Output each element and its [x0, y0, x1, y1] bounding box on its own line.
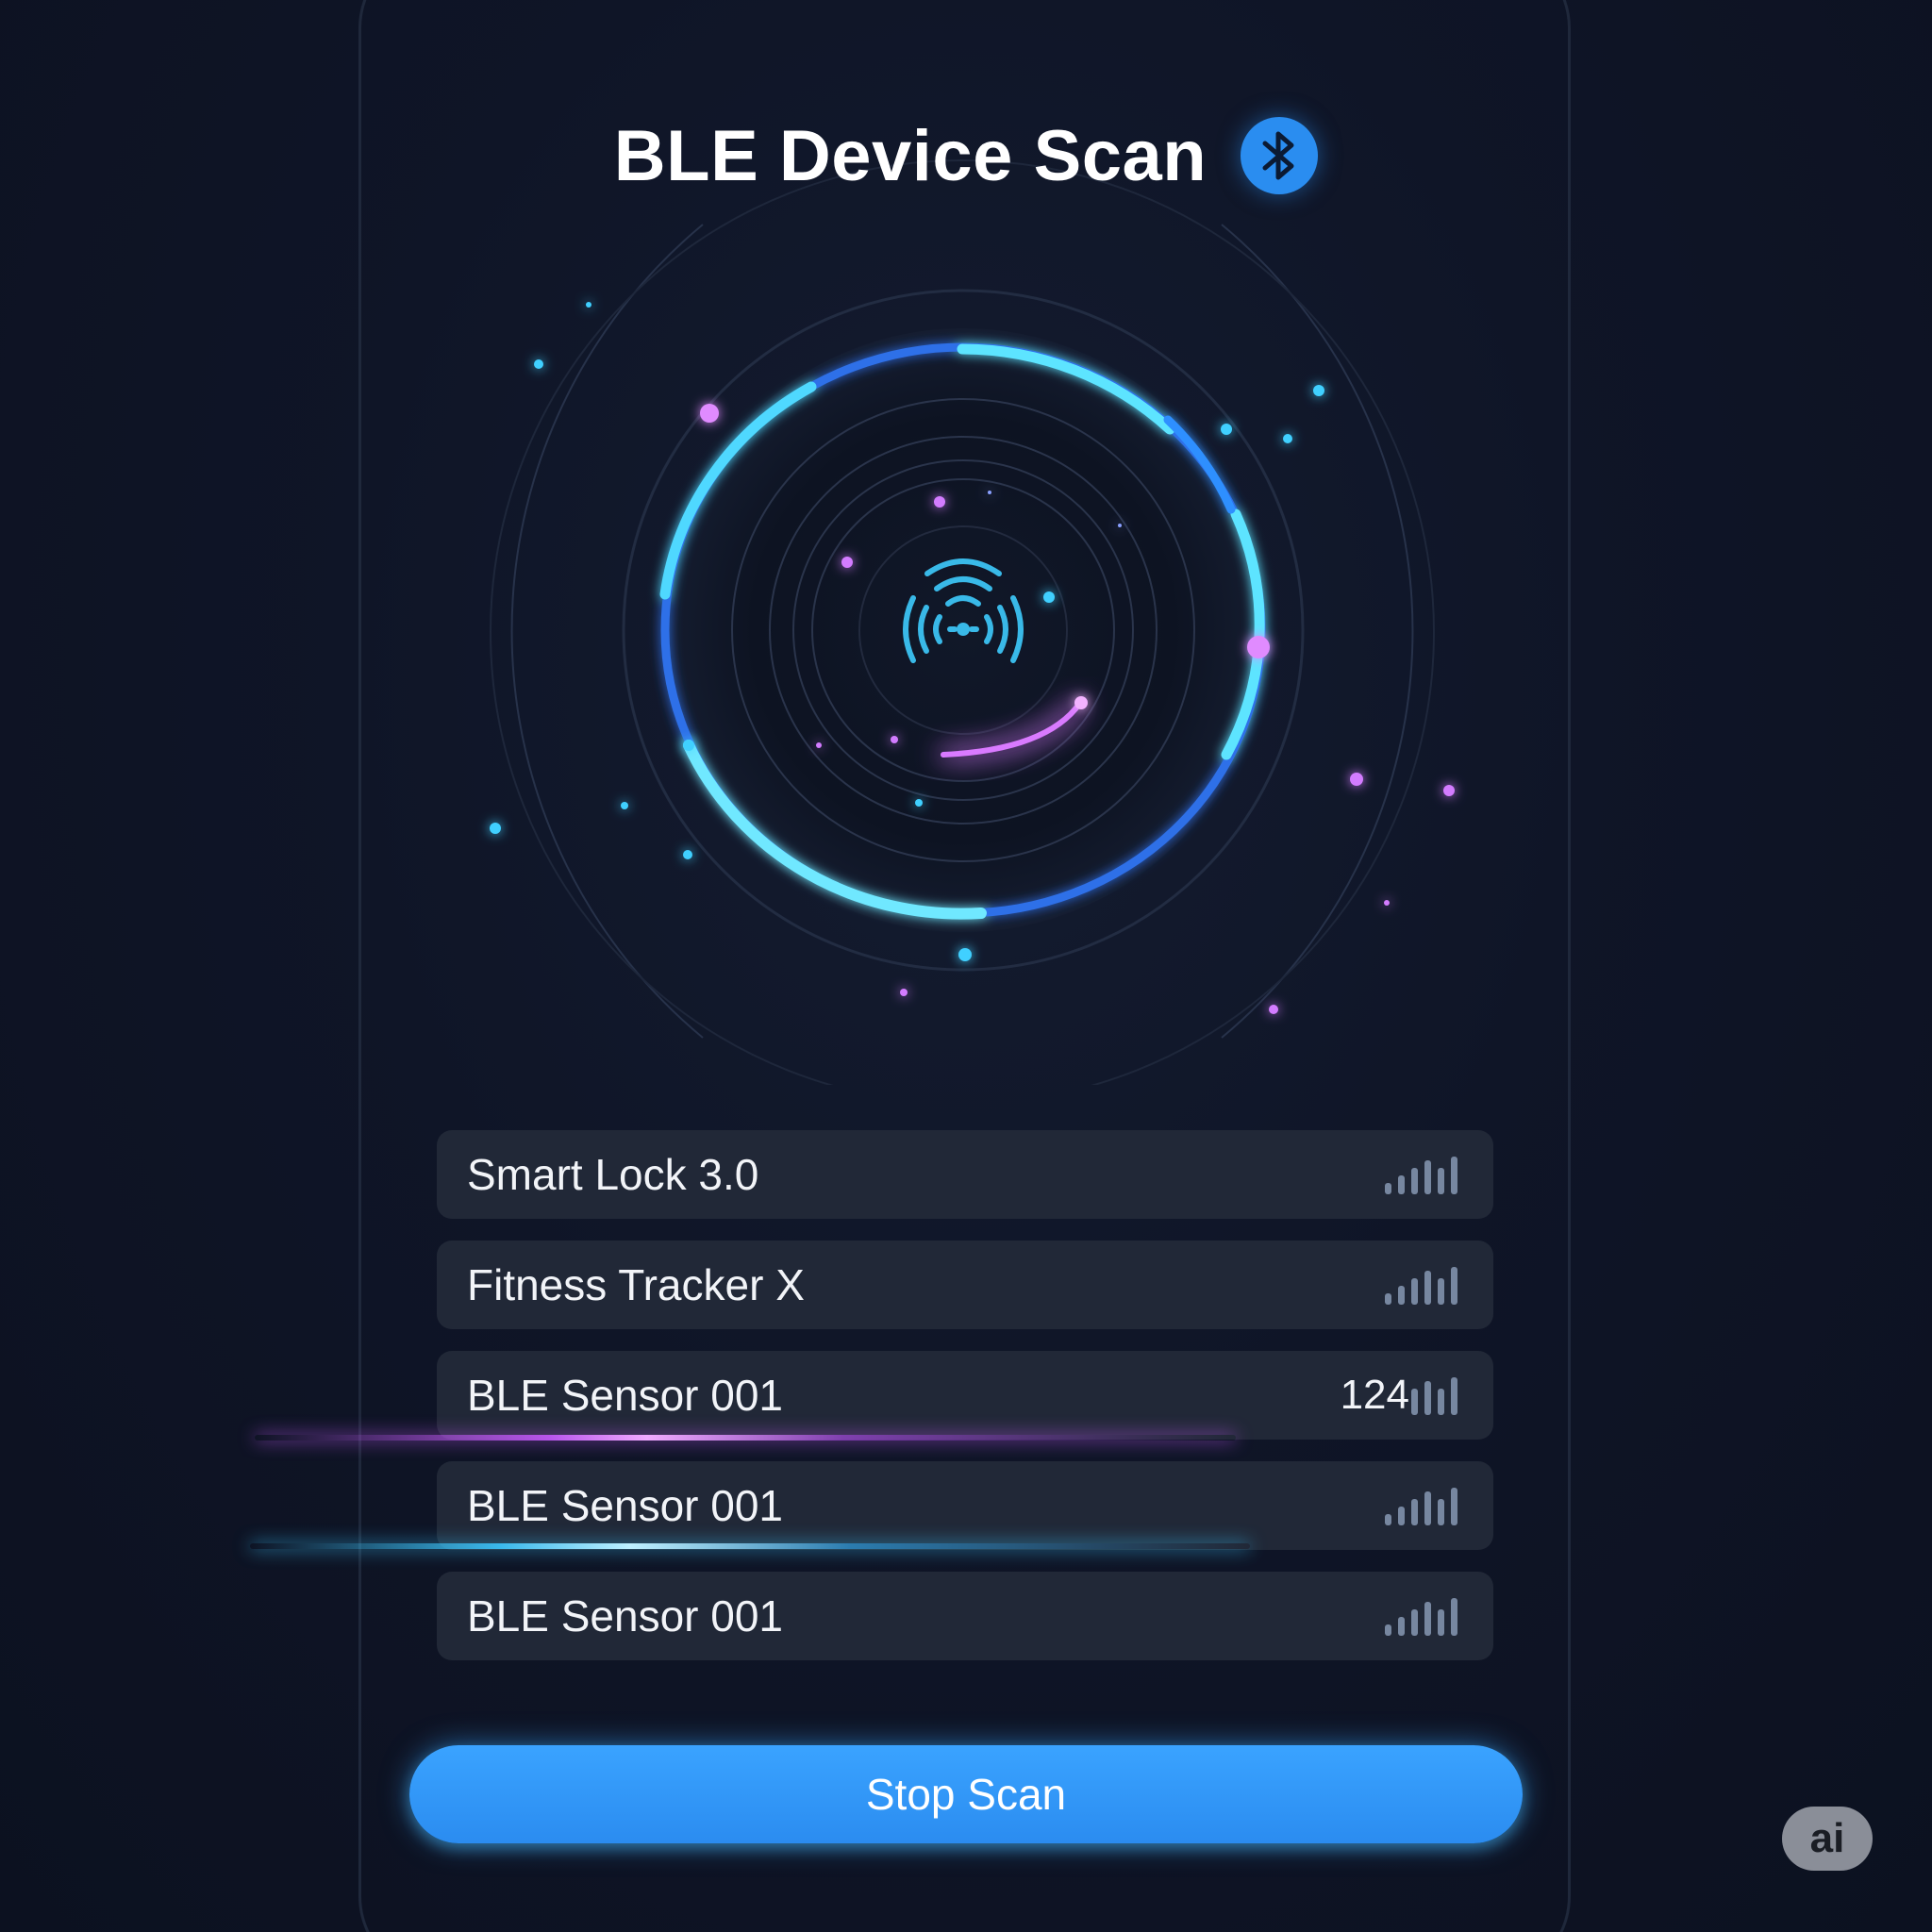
- signal-strength-icon: [1385, 1265, 1457, 1305]
- page-title: BLE Device Scan: [613, 115, 1208, 196]
- device-name: Smart Lock 3.0: [467, 1150, 759, 1199]
- device-row[interactable]: BLE Sensor 001: [437, 1572, 1493, 1660]
- device-name: BLE Sensor 001: [467, 1371, 784, 1420]
- scan-streak-cyan: [250, 1543, 1250, 1549]
- device-row[interactable]: BLE Sensor 001: [437, 1461, 1493, 1550]
- app-screen: BLE Device Scan Smart Lock 3.0 Fitness T…: [0, 0, 1932, 1932]
- header: BLE Device Scan: [0, 104, 1932, 208]
- signal-strength-icon: [1385, 1596, 1457, 1636]
- device-name: BLE Sensor 001: [467, 1481, 784, 1530]
- signal-strength-icon: [1411, 1375, 1457, 1415]
- scan-streak-purple: [255, 1435, 1236, 1441]
- ai-badge: ai: [1782, 1807, 1873, 1871]
- device-rssi: 124: [1340, 1372, 1409, 1418]
- bluetooth-icon: [1241, 117, 1319, 194]
- device-row[interactable]: Smart Lock 3.0: [437, 1130, 1493, 1219]
- device-row[interactable]: Fitness Tracker X: [437, 1241, 1493, 1329]
- stop-scan-button[interactable]: Stop Scan: [409, 1745, 1523, 1843]
- device-name: BLE Sensor 001: [467, 1591, 784, 1641]
- device-row[interactable]: BLE Sensor 001 124: [437, 1351, 1493, 1440]
- device-name: Fitness Tracker X: [467, 1260, 805, 1309]
- signal-strength-icon: [1385, 1486, 1457, 1525]
- signal-strength-icon: [1385, 1155, 1457, 1194]
- device-list: Smart Lock 3.0 Fitness Tracker X BLE Sen…: [437, 1130, 1493, 1682]
